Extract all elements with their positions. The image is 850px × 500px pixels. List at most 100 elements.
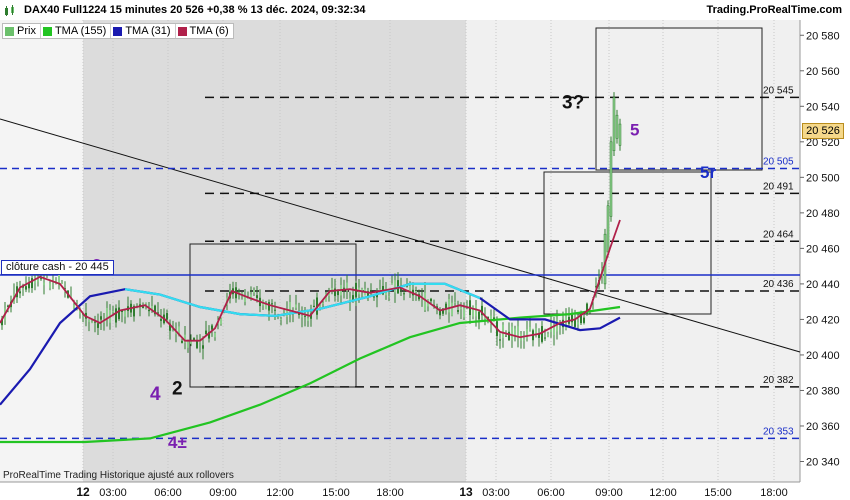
- candle-body: [313, 305, 315, 308]
- candle-body: [478, 311, 480, 320]
- candle-body: [142, 306, 144, 309]
- candle-body: [612, 97, 616, 151]
- x-tick-label: 13: [459, 485, 473, 499]
- candle-body: [460, 307, 462, 310]
- y-tick-label: 20 560: [806, 66, 840, 78]
- candle-body: [388, 296, 390, 298]
- candle-body: [145, 302, 147, 304]
- candle-body: [256, 295, 258, 299]
- candle-body: [511, 326, 513, 341]
- candle-body: [535, 328, 537, 334]
- candle-body: [280, 319, 282, 321]
- chart[interactable]: 20 340 20 360 20 380 20 400 20 420 20 440 20 4…: [0, 0, 850, 500]
- candle-body: [214, 332, 216, 338]
- candle-body: [544, 337, 546, 339]
- session-band-day-12: [83, 20, 466, 482]
- candle-body: [61, 282, 63, 284]
- legend-item-tma31[interactable]: TMA (31): [111, 24, 176, 38]
- candle-body: [430, 298, 432, 302]
- site-name[interactable]: Trading.ProRealTime.com: [706, 4, 842, 16]
- candle-body: [295, 304, 297, 308]
- candle-body: [148, 309, 150, 312]
- candle-body: [166, 313, 168, 320]
- candle-body: [415, 290, 417, 293]
- candle-body: [514, 328, 516, 336]
- level-label: 20 491: [763, 181, 794, 192]
- footer-note: ProRealTime Trading Historique ajusté au…: [3, 470, 234, 481]
- level-label: 20 436: [763, 279, 794, 290]
- candle-body: [454, 301, 456, 303]
- level-label: 20 464: [763, 229, 794, 240]
- candle-body: [25, 286, 27, 290]
- candle-body: [574, 319, 576, 327]
- candle-body: [124, 311, 126, 317]
- candle-body: [100, 316, 102, 320]
- x-tick-label: 12:00: [649, 487, 677, 499]
- legend-label: TMA (31): [125, 25, 171, 37]
- candle-body: [196, 341, 198, 349]
- candle-body: [238, 290, 240, 292]
- wave-annotation: 4±: [168, 433, 187, 452]
- candle-body: [553, 326, 555, 336]
- candle-body: [274, 309, 276, 311]
- x-tick-label: 03:00: [99, 487, 127, 499]
- candle-body: [403, 293, 405, 295]
- wave-annotation: 2: [172, 379, 183, 400]
- session-band-day-13: [466, 20, 800, 482]
- legend: Prix TMA (155) TMA (31) TMA (6): [2, 23, 234, 39]
- candle-body: [244, 296, 246, 302]
- candle-body: [112, 311, 114, 313]
- legend-swatch-icon: [177, 26, 187, 36]
- candle-body: [43, 282, 45, 286]
- chart-title: DAX40 Full1224 15 minutes 20 526 +0,38 %…: [24, 4, 366, 16]
- candle-body: [502, 324, 504, 339]
- legend-label: TMA (6): [189, 25, 229, 37]
- level-label: 20 545: [763, 85, 794, 96]
- x-tick-label: 15:00: [704, 487, 732, 499]
- x-tick-label: 06:00: [154, 487, 182, 499]
- candle-body: [523, 339, 525, 341]
- candle-body: [106, 307, 108, 318]
- candle-body: [151, 306, 153, 309]
- candle-body: [526, 329, 528, 339]
- candle-body: [253, 289, 255, 293]
- candle-body: [91, 321, 93, 323]
- cash-close-label: clôture cash - 20 445: [1, 260, 114, 275]
- y-tick-label: 20 540: [806, 101, 840, 113]
- candle-body: [529, 326, 531, 331]
- candle-body: [451, 302, 453, 316]
- legend-item-prix[interactable]: Prix: [3, 24, 41, 38]
- legend-label: Prix: [17, 25, 36, 37]
- candle-body: [115, 308, 117, 323]
- legend-item-tma6[interactable]: TMA (6): [176, 24, 233, 38]
- candle-body: [331, 287, 333, 290]
- candle-body: [73, 305, 75, 309]
- candle-body: [475, 305, 477, 317]
- price-chart[interactable]: 20 340 20 360 20 380 20 400 20 420 20 440 20 4…: [0, 0, 850, 500]
- candle-body: [343, 287, 345, 289]
- candle-body: [457, 310, 459, 312]
- candle-body: [394, 280, 396, 293]
- candle-body: [49, 283, 51, 288]
- candle-body: [19, 291, 21, 294]
- candle-body: [499, 339, 501, 341]
- y-tick-label: 20 360: [806, 421, 840, 433]
- candle-body: [352, 295, 354, 300]
- x-tick-label: 09:00: [209, 487, 237, 499]
- y-tick-label: 20 380: [806, 385, 840, 397]
- candle-body: [304, 315, 306, 317]
- x-tick-label: 03:00: [482, 487, 510, 499]
- y-tick-label: 20 400: [806, 350, 840, 362]
- candle-body: [618, 123, 622, 146]
- candle-body: [307, 318, 309, 321]
- legend-item-tma155[interactable]: TMA (155): [41, 24, 112, 38]
- candle-body: [202, 345, 204, 349]
- legend-label: TMA (155): [54, 25, 107, 37]
- legend-swatch-icon: [42, 26, 52, 36]
- x-tick-label: 06:00: [537, 487, 565, 499]
- candle-body: [31, 278, 33, 289]
- candle-body: [615, 114, 619, 139]
- wave-annotation: 3?: [562, 93, 584, 114]
- candle-body: [88, 320, 90, 322]
- candle-body: [577, 322, 579, 325]
